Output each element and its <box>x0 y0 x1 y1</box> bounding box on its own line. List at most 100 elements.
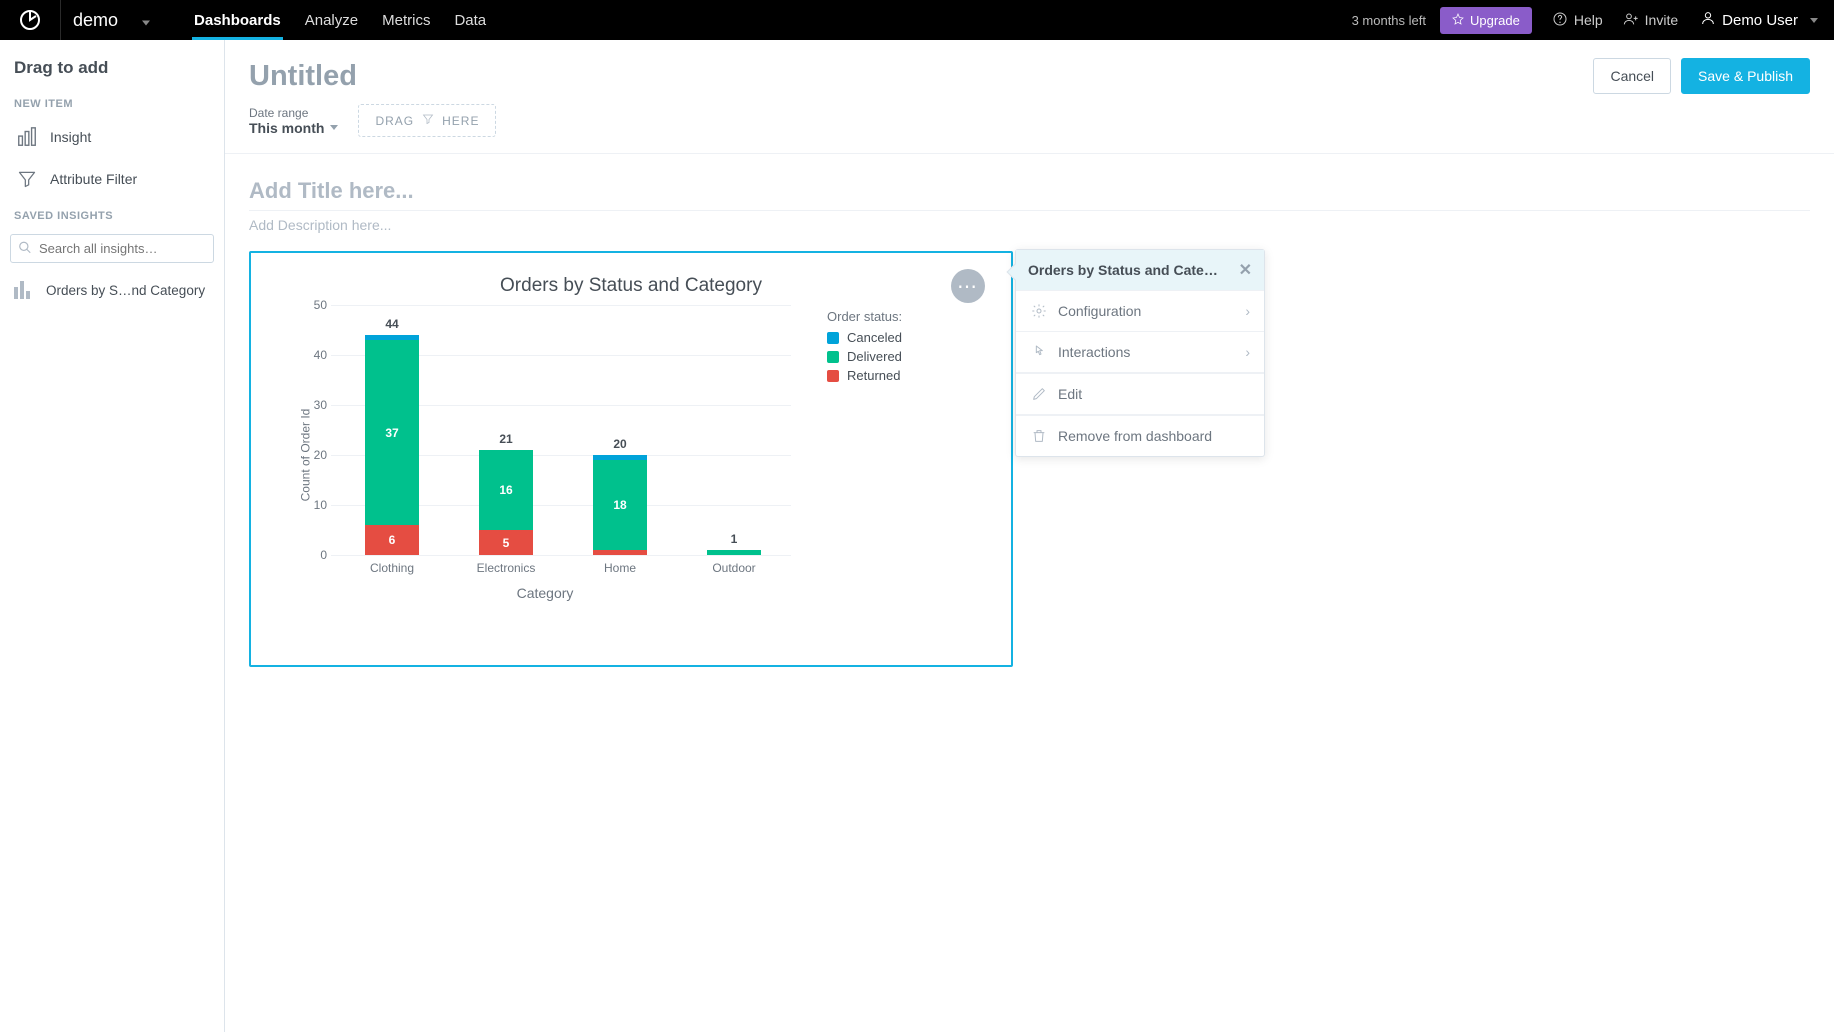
bar-segment-delivered[interactable]: 16 <box>479 450 533 530</box>
sidebar-item-attribute-filter[interactable]: Attribute Filter <box>10 158 214 200</box>
cancel-button[interactable]: Cancel <box>1593 58 1671 94</box>
user-menu[interactable]: Demo User <box>1700 10 1818 30</box>
filter-icon <box>16 168 38 190</box>
nav-data[interactable]: Data <box>442 0 498 40</box>
sidebar-section-new: NEW ITEM <box>10 88 214 116</box>
chevron-right-icon: › <box>1245 344 1250 360</box>
gear-icon <box>1030 302 1048 320</box>
upgrade-button[interactable]: Upgrade <box>1440 7 1532 34</box>
gridline <box>331 555 791 556</box>
widget-menu-button[interactable]: ⋯ <box>951 269 985 303</box>
upgrade-label: Upgrade <box>1470 13 1520 28</box>
bar-value-label: 6 <box>365 533 419 547</box>
filter-drop-zone[interactable]: DRAG HERE <box>358 104 496 137</box>
x-tick: Outdoor <box>712 561 755 575</box>
bar-chart-icon <box>14 281 36 299</box>
search-insights-input[interactable] <box>10 234 214 263</box>
plot-area: 0102030405063744Clothing51621Electronics… <box>331 305 791 555</box>
y-tick: 40 <box>305 348 327 362</box>
bar-segment-canceled[interactable] <box>593 455 647 460</box>
bar-segment-canceled[interactable] <box>365 335 419 340</box>
x-tick: Electronics <box>477 561 536 575</box>
sidebar-section-saved: SAVED INSIGHTS <box>10 200 214 228</box>
invite-link[interactable]: Invite <box>1623 11 1678 30</box>
date-range-label: Date range <box>249 106 338 120</box>
widget-title: Orders by Status and Category <box>251 253 1011 305</box>
dashboard-canvas[interactable]: ⋯ Orders by Status and Category Count of… <box>225 235 1834 683</box>
date-range-filter[interactable]: Date range This month <box>249 106 338 136</box>
bar-total-label: 1 <box>707 532 761 546</box>
legend-item-delivered[interactable]: Delivered <box>827 347 902 366</box>
trial-status: 3 months left <box>1352 13 1426 28</box>
date-range-value: This month <box>249 120 324 136</box>
bar-segment-returned[interactable]: 6 <box>365 525 419 555</box>
bar-value-label: 18 <box>593 498 647 512</box>
invite-icon <box>1623 11 1639 30</box>
topbar: demo Dashboards Analyze Metrics Data 3 m… <box>0 0 1834 40</box>
sidebar-title: Drag to add <box>10 54 214 88</box>
sidebar-item-label: Attribute Filter <box>50 171 137 187</box>
workspace-name: demo <box>73 10 118 31</box>
legend-item-returned[interactable]: Returned <box>827 366 902 385</box>
swatch-icon <box>827 332 839 344</box>
brand-logo-icon[interactable] <box>14 4 46 36</box>
nav-metrics[interactable]: Metrics <box>370 0 442 40</box>
nav-analyze[interactable]: Analyze <box>293 0 370 40</box>
chevron-down-icon <box>1810 18 1818 23</box>
popover-edit[interactable]: Edit <box>1016 373 1264 414</box>
bar-value-label: 37 <box>365 426 419 440</box>
help-link[interactable]: Help <box>1552 11 1603 30</box>
saved-insight-item[interactable]: Orders by S…nd Category <box>10 273 214 307</box>
filter-icon <box>422 113 434 128</box>
bar-segment-returned[interactable] <box>593 550 647 555</box>
section-description-input[interactable]: Add Description here... <box>249 211 1810 233</box>
popover-configuration[interactable]: Configuration › <box>1016 290 1264 331</box>
y-tick: 10 <box>305 498 327 512</box>
dashboard-title[interactable]: Untitled <box>249 60 357 93</box>
sidebar: Drag to add NEW ITEM Insight Attribute F… <box>0 40 225 1032</box>
save-publish-button[interactable]: Save & Publish <box>1681 58 1810 94</box>
search-wrap <box>10 234 214 263</box>
legend-item-canceled[interactable]: Canceled <box>827 328 902 347</box>
bar-segment-delivered[interactable]: 37 <box>365 340 419 525</box>
help-icon <box>1552 11 1568 30</box>
sidebar-item-label: Insight <box>50 129 91 145</box>
popover-remove[interactable]: Remove from dashboard <box>1016 415 1264 456</box>
popover-interactions[interactable]: Interactions › <box>1016 331 1264 372</box>
insight-icon <box>16 126 38 148</box>
bar-segment-delivered[interactable] <box>707 550 761 555</box>
swatch-icon <box>827 370 839 382</box>
chevron-down-icon <box>142 10 150 31</box>
bar-total-label: 44 <box>365 317 419 331</box>
bar-total-label: 20 <box>593 437 647 451</box>
user-name: Demo User <box>1722 12 1798 29</box>
chart-legend: Order status: Canceled Delivered Returne… <box>827 309 902 385</box>
popover-title: Orders by Status and Cate… <box>1028 262 1218 278</box>
filter-bar: Date range This month DRAG HERE <box>225 104 1834 154</box>
legend-title: Order status: <box>827 309 902 324</box>
section-title-input[interactable]: Add Title here... <box>249 178 1810 211</box>
nav-dashboards[interactable]: Dashboards <box>182 0 293 40</box>
widget-orders-by-status[interactable]: ⋯ Orders by Status and Category Count of… <box>249 251 1013 667</box>
main: Untitled Cancel Save & Publish Date rang… <box>225 40 1834 1032</box>
interactions-icon <box>1030 343 1048 361</box>
pencil-icon <box>1030 385 1048 403</box>
x-tick: Clothing <box>370 561 414 575</box>
bar-total-label: 21 <box>479 432 533 446</box>
chart: Count of Order Id 0102030405063744Clothi… <box>295 305 795 605</box>
sidebar-item-insight[interactable]: Insight <box>10 116 214 158</box>
chevron-down-icon <box>330 125 338 130</box>
y-tick: 50 <box>305 298 327 312</box>
y-tick: 20 <box>305 448 327 462</box>
dashboard-header: Untitled Cancel Save & Publish <box>225 40 1834 104</box>
widget-options-popover: Orders by Status and Cate… ✕ Configurati… <box>1015 249 1265 457</box>
saved-insight-label: Orders by S…nd Category <box>46 283 205 298</box>
bar-segment-returned[interactable]: 5 <box>479 530 533 555</box>
bar-segment-delivered[interactable]: 18 <box>593 460 647 550</box>
close-icon[interactable]: ✕ <box>1239 260 1252 280</box>
search-icon <box>18 240 32 257</box>
gridline <box>331 305 791 306</box>
workspace-switcher[interactable]: demo <box>73 10 158 31</box>
bar-value-label: 5 <box>479 536 533 550</box>
main-nav: Dashboards Analyze Metrics Data <box>182 0 498 40</box>
